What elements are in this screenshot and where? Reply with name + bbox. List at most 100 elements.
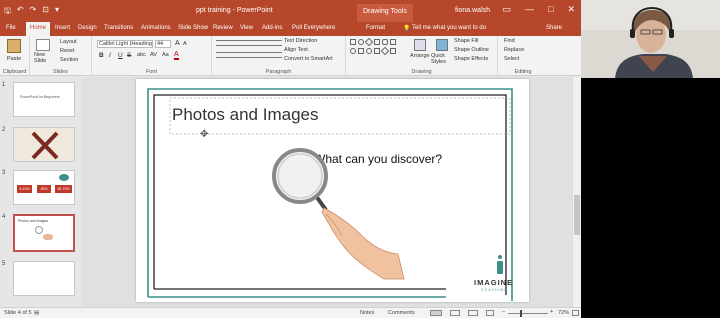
shape-fill-button[interactable]: Shape Fill <box>454 38 478 44</box>
tab-format[interactable]: Format <box>366 25 385 31</box>
vertical-scrollbar[interactable] <box>572 77 581 307</box>
drawing-group: Arrange Quick Styles Shape Fill Shape Ou… <box>346 36 498 76</box>
tell-me-box[interactable]: Tell me what you want to do <box>412 25 486 31</box>
cross-image <box>14 128 74 161</box>
tab-design[interactable]: Design <box>78 25 97 31</box>
zoom-out-button[interactable]: – <box>502 309 505 315</box>
new-slide-icon <box>36 39 50 51</box>
slide-number: 5 <box>2 261 6 267</box>
align-text-button[interactable]: Align Text <box>284 47 308 53</box>
grow-font-button[interactable]: A <box>175 40 180 47</box>
bold-button[interactable]: B <box>99 52 104 59</box>
arrange-button[interactable]: Arrange <box>410 53 430 59</box>
tab-insert[interactable]: Insert <box>55 25 70 31</box>
spellcheck-icon[interactable]: ▤ <box>34 310 39 316</box>
drawing-group-label: Drawing <box>411 69 432 75</box>
slide-sorter-icon[interactable] <box>450 310 460 316</box>
shape-outline-button[interactable]: Shape Outline <box>454 47 489 53</box>
new-slide-button[interactable]: New Slide <box>34 52 56 64</box>
status-bar: Slide 4 of 5 ▤ Notes Comments – + 72% <box>0 307 581 318</box>
font-group: Calibri Light (Heading 44 A A B I U S ab… <box>92 36 212 76</box>
shape-effects-button[interactable]: Shape Effects <box>454 56 488 62</box>
slide-thumbnail-5[interactable] <box>13 261 75 296</box>
list-indent-buttons[interactable] <box>216 40 282 46</box>
reset-button[interactable]: Reset <box>60 48 74 54</box>
lightbulb-icon: 💡 <box>403 26 411 32</box>
drawing-tools-context-label: Drawing Tools <box>357 4 413 22</box>
tab-animations[interactable]: Animations <box>141 25 171 31</box>
close-button[interactable]: ✕ <box>567 4 575 15</box>
text-shadow-button[interactable]: abc <box>137 52 146 58</box>
find-button[interactable]: Find <box>504 38 515 44</box>
tab-review[interactable]: Review <box>213 25 233 31</box>
slideshow-view-icon[interactable] <box>486 310 494 316</box>
tab-slide-show[interactable]: Slide Show <box>178 25 208 31</box>
slides-group-label: Slides <box>53 69 68 75</box>
shapes-gallery[interactable] <box>350 37 406 63</box>
slide-title[interactable]: Photos and Images <box>172 105 318 125</box>
magnifier-icon <box>35 226 43 234</box>
tab-poll-everywhere[interactable]: Poll Everywhere <box>292 25 335 31</box>
maximize-button[interactable]: □ <box>548 4 553 15</box>
reading-view-icon[interactable] <box>468 310 478 316</box>
font-name-dropdown[interactable]: Calibri Light (Heading <box>97 40 153 48</box>
zoom-level[interactable]: 72% <box>558 310 569 316</box>
stat-box: 5-10% <box>17 185 32 193</box>
font-size-dropdown[interactable]: 44 <box>155 40 171 48</box>
strikethrough-button[interactable]: S <box>127 52 131 59</box>
slide-thumbnail-1[interactable]: PowerPoint for Beginners <box>13 82 75 117</box>
zoom-in-button[interactable]: + <box>550 309 553 315</box>
alignment-buttons[interactable] <box>216 52 282 58</box>
char-spacing-button[interactable]: AV <box>150 52 157 58</box>
underline-button[interactable]: U <box>118 52 123 59</box>
slide-number: 4 <box>2 214 6 220</box>
fit-slide-icon[interactable] <box>572 310 579 316</box>
stat-box: 25% <box>37 185 51 193</box>
clipboard-group: Paste Clipboard <box>0 36 30 76</box>
slide-number: 1 <box>2 82 6 88</box>
scrollbar-thumb[interactable] <box>574 195 580 235</box>
tab-transitions[interactable]: Transitions <box>104 25 133 31</box>
redo-icon[interactable]: ↷ <box>30 5 37 19</box>
notes-button[interactable]: Notes <box>360 310 374 316</box>
slide-thumbnail-4[interactable]: Photos and Images <box>13 214 75 252</box>
font-color-button[interactable]: A <box>174 51 179 60</box>
tab-file[interactable]: File <box>6 25 16 31</box>
move-cursor-icon: ✥ <box>200 129 209 140</box>
ribbon-display-icon[interactable]: ▭ <box>503 4 512 15</box>
minimize-button[interactable]: — <box>525 4 534 15</box>
magnifying-glass-hand-image <box>272 148 405 280</box>
clipboard-group-label: Clipboard <box>2 69 27 75</box>
quick-styles-icon <box>436 39 448 51</box>
quick-styles-button[interactable]: Quick Styles <box>431 53 453 65</box>
slide-canvas[interactable]: Photos and Images ✥ What can you discove… <box>136 79 529 302</box>
tab-view[interactable]: View <box>240 25 253 31</box>
italic-button[interactable]: I <box>109 52 111 59</box>
normal-view-icon[interactable] <box>430 310 442 316</box>
zoom-slider[interactable] <box>508 313 548 314</box>
change-case-button[interactable]: Aa <box>162 52 169 58</box>
comments-button[interactable]: Comments <box>388 310 415 316</box>
replace-button[interactable]: Replace <box>504 47 524 53</box>
paste-button[interactable]: Paste <box>7 56 21 62</box>
thumbnail-title: PowerPoint for Beginners <box>20 95 60 99</box>
section-button[interactable]: Section <box>60 57 78 63</box>
customize-qat-icon[interactable]: ▾ <box>55 5 59 19</box>
user-name[interactable]: fiona.walsh <box>455 7 490 14</box>
tab-add-ins[interactable]: Add-ins <box>262 25 282 31</box>
start-slideshow-icon[interactable]: ⊡ <box>42 5 49 19</box>
slide-thumbnail-2[interactable] <box>13 127 75 162</box>
shrink-font-button[interactable]: A <box>183 41 187 47</box>
tab-home[interactable]: Home <box>26 22 51 36</box>
zoom-slider-thumb[interactable] <box>520 310 522 317</box>
layout-button[interactable]: Layout <box>60 39 77 45</box>
slide-number: 3 <box>2 170 6 176</box>
slide-thumbnail-3[interactable]: 5-10% 25% 65-70% <box>13 170 75 205</box>
text-direction-button[interactable]: Text Direction <box>284 38 317 44</box>
convert-smartart-button[interactable]: Convert to SmartArt <box>284 56 333 62</box>
share-button[interactable]: Share <box>546 25 562 31</box>
undo-icon[interactable]: ↶ <box>17 5 24 19</box>
paragraph-group-label: Paragraph <box>265 69 292 75</box>
save-icon[interactable]: 🖫 <box>4 5 11 19</box>
select-button[interactable]: Select <box>504 56 519 62</box>
